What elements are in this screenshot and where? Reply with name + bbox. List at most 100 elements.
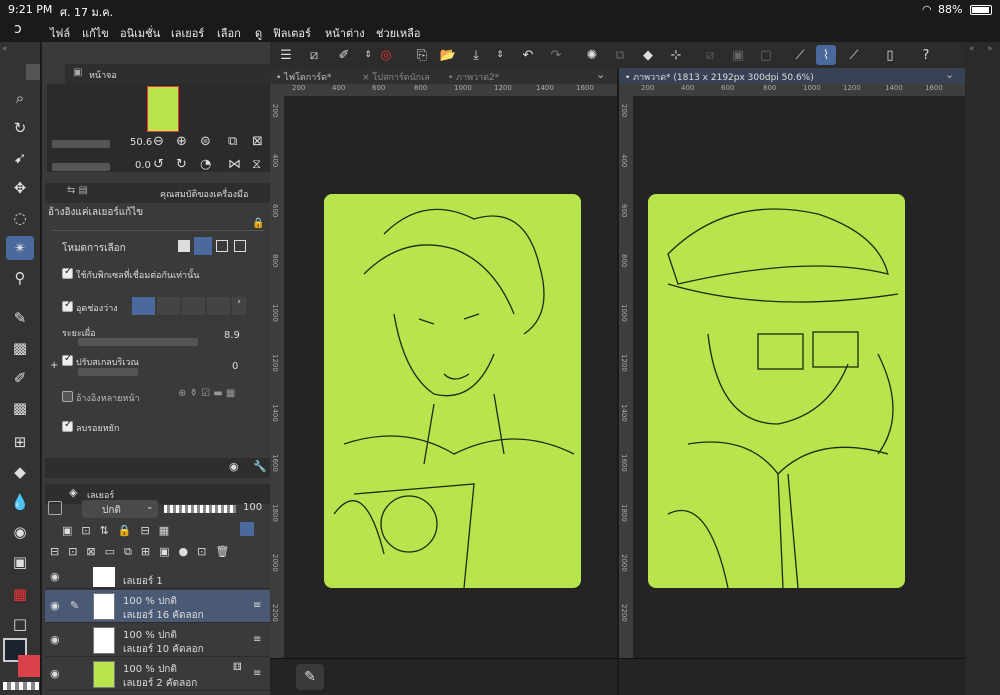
collapse-panel-icon[interactable]: » (987, 44, 993, 54)
navigator-tab[interactable]: หน้าจอ (89, 68, 117, 82)
multi-ref-checkbox[interactable] (62, 391, 73, 402)
layer-row[interactable]: ◉ 100 % ปกติ เลเยอร์ 10 คัดลอก ≡ (45, 624, 270, 657)
lock-icon[interactable]: 🔒 (252, 218, 264, 229)
sub-tool-icon[interactable]: ⇆ ▤ (67, 185, 88, 196)
menu-edit[interactable]: แก้ไข (82, 24, 109, 42)
tool-property-tab[interactable]: คุณสมบัติของเครื่องมือ (160, 187, 248, 201)
object-icon[interactable]: ➹ (6, 146, 34, 170)
record-icon[interactable]: ◎ (376, 45, 396, 65)
zoom-icon[interactable]: ⌕ (6, 86, 34, 110)
frame-icon[interactable]: ▦ (6, 582, 34, 606)
eyedropper-icon[interactable]: ⚲ (6, 266, 34, 290)
visibility-icon[interactable]: ◉ (50, 633, 60, 646)
zoom-out-icon[interactable]: ⊖ (153, 134, 164, 149)
layer-color-toggle[interactable] (240, 522, 254, 536)
copy-icon[interactable]: ⧉ (610, 45, 630, 65)
gap-level-2[interactable] (157, 297, 180, 315)
drag-handle-icon[interactable]: ≡ (253, 668, 261, 679)
visibility-icon[interactable]: ◉ (50, 667, 60, 680)
gap-next-icon[interactable]: › (232, 297, 246, 315)
gap-level-3[interactable] (182, 297, 205, 315)
opacity-slider[interactable] (164, 505, 236, 513)
expand-plus-icon[interactable]: + (50, 360, 58, 371)
eraser-icon[interactable]: ◆ (6, 460, 34, 484)
fit-window-icon[interactable]: ⧉ (228, 134, 237, 149)
add-selection-icon[interactable] (194, 237, 212, 255)
rotate-slider[interactable] (52, 163, 110, 171)
fill-selection-icon[interactable]: ◆ (638, 45, 658, 65)
layer-row[interactable]: ◉ 100 % ปกติ เลเยอร์ 2 คัดลอก ⚅ ≡ (45, 658, 270, 691)
tab-drawing[interactable]: • ภาพวาด* (1813 x 2192px 300dpi 50.6%) (625, 70, 814, 84)
new-canvas-icon[interactable]: ⧄ (304, 45, 324, 65)
wrench-icon[interactable]: 🔧 (253, 460, 267, 473)
tab-drawing2[interactable]: • ภาพวาด2* (448, 70, 499, 84)
undo-icon[interactable]: ↶ (518, 45, 538, 65)
menu-window[interactable]: หน้าต่าง (325, 24, 365, 42)
new-file-icon[interactable]: ⎘ (412, 45, 432, 65)
menu-file[interactable]: ไฟล์ (50, 24, 70, 42)
menu-icon[interactable]: ☰ (276, 45, 296, 65)
layer-row-selected[interactable]: ◉ ✎ 100 % ปกติ เลเยอร์ 16 คัดลอก ≡ (45, 590, 270, 623)
tolerance-slider[interactable] (78, 338, 198, 346)
magic-wand-icon[interactable]: ✴ (6, 236, 34, 260)
text-icon[interactable]: □ (6, 612, 34, 636)
background-color-swatch[interactable] (18, 655, 40, 677)
zoom-slider[interactable] (52, 140, 110, 148)
quick-access-icon[interactable]: ✐ (334, 45, 354, 65)
redo-icon[interactable]: ↷ (546, 45, 566, 65)
device-icon[interactable]: ▯ (880, 45, 900, 65)
transform-icon[interactable]: ⊹ (666, 45, 686, 65)
invert-icon[interactable]: ▣ (728, 45, 748, 65)
antialias-checkbox[interactable] (62, 419, 73, 432)
new-selection-icon[interactable] (178, 240, 190, 252)
open-icon[interactable]: 📂 (438, 45, 458, 65)
transparent-color-swatch[interactable] (3, 682, 39, 690)
actual-size-icon[interactable]: ⊠ (252, 134, 263, 149)
flip-v-icon[interactable]: ⧖ (252, 157, 261, 172)
loading-icon[interactable]: ✺ (582, 45, 602, 65)
close-gap-checkbox[interactable] (62, 299, 73, 312)
layer-row[interactable]: ◉ เลเยอร์ 1 (45, 565, 270, 589)
flip-h-icon[interactable]: ⋈ (228, 157, 241, 172)
snap-icon[interactable]: ⌇ (816, 45, 836, 65)
menu-view[interactable]: ดู (255, 24, 262, 42)
save-icon[interactable]: ⤓ (466, 45, 486, 65)
subtract-selection-icon[interactable] (216, 240, 228, 252)
ruler-icon[interactable]: ⟋ (790, 45, 810, 65)
reset-tool-icon[interactable]: ◉ (229, 460, 239, 473)
chevron-down-icon[interactable]: ⌄ (596, 68, 605, 81)
quick-pen-icon[interactable]: ✎ (296, 664, 324, 690)
chevron-updown-icon[interactable]: ⇕ (358, 45, 378, 65)
decoration-icon[interactable]: ⊞ (6, 430, 34, 454)
rotate-icon[interactable]: ↻ (6, 116, 34, 140)
adjacent-checkbox[interactable] (62, 266, 73, 279)
gap-level-1[interactable] (132, 297, 155, 315)
visibility-icon[interactable]: ◉ (50, 599, 60, 612)
menu-layer[interactable]: เลเยอร์ (171, 24, 204, 42)
chevron-down-icon[interactable]: ⌄ (945, 68, 954, 81)
move-icon[interactable]: ✥ (6, 176, 34, 200)
menu-select[interactable]: เลือก (217, 24, 241, 42)
grid-snap-icon[interactable]: ⟋ (844, 45, 864, 65)
blend-mode-select[interactable]: ปกติ ⌄ (82, 500, 158, 518)
drag-handle-icon[interactable]: ≡ (253, 600, 261, 611)
fit-icon[interactable]: ⊜ (200, 134, 211, 149)
visibility-icon[interactable]: ◉ (50, 570, 60, 583)
chevron-updown-icon[interactable]: ⇕ (490, 45, 510, 65)
lasso-icon[interactable]: ◌ (6, 206, 34, 230)
tab-photocard[interactable]: • ไฟโตการ์ด* (276, 70, 331, 84)
menu-filter[interactable]: ฟิลเตอร์ (273, 24, 311, 42)
blend-icon[interactable]: 💧 (6, 490, 34, 514)
canvas-right[interactable] (648, 194, 905, 588)
expand-checkbox[interactable] (62, 353, 73, 366)
layer-lock-icons[interactable]: ▣⊡⇅🔒⊟▦ (62, 524, 267, 540)
expand-slider[interactable] (78, 368, 138, 376)
expand-panel-icon[interactable]: « (969, 44, 975, 54)
help-icon[interactable]: ? (916, 45, 936, 65)
pen-mini-icon[interactable] (26, 64, 40, 80)
layer-actions-icons[interactable]: ⊟⊡⊠▭⧉⊞▣●⊡🗑 (50, 545, 265, 561)
app-logo-icon[interactable]: ↄ (14, 21, 22, 37)
menu-help[interactable]: ช่วยเหลือ (376, 24, 420, 42)
rotate-left-icon[interactable]: ↺ (153, 157, 164, 172)
tab-postcard[interactable]: × โปสการ์ดนักเล (362, 70, 430, 84)
